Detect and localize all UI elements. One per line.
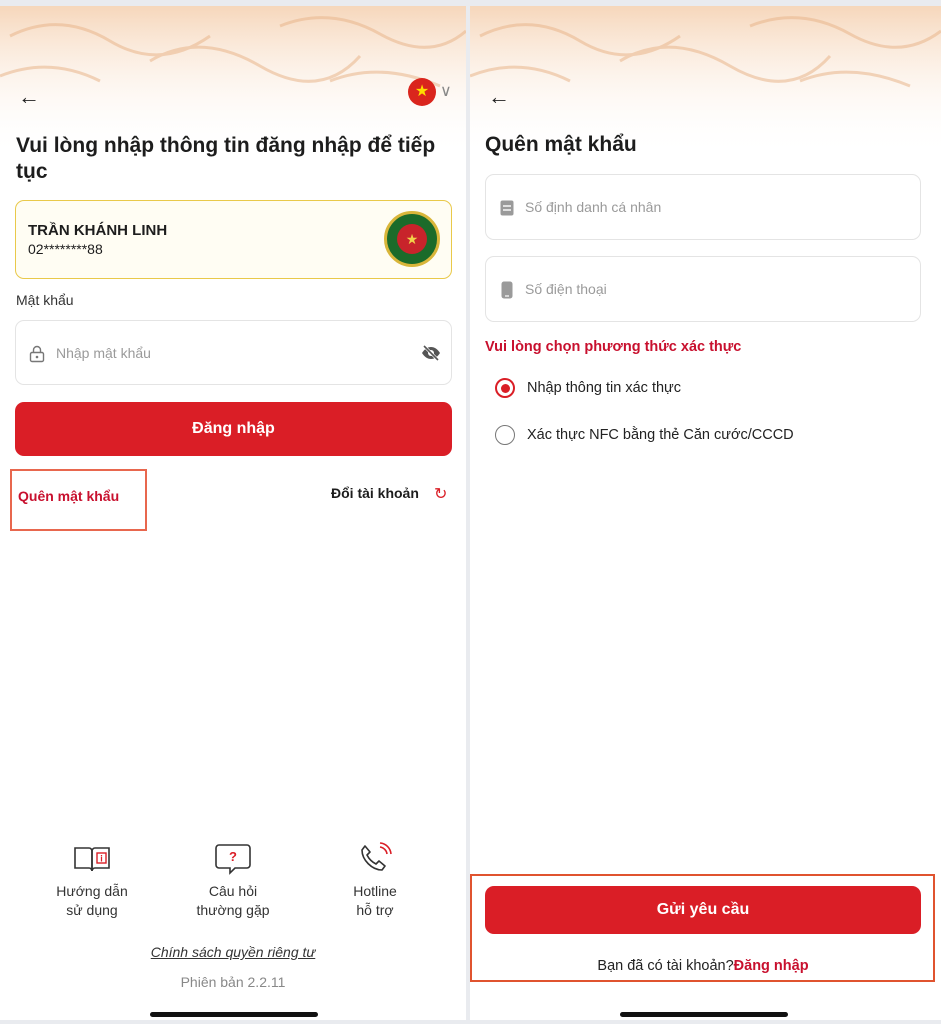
question-bubble-icon: ? xyxy=(215,844,251,875)
home-indicator[interactable] xyxy=(150,1012,318,1017)
app-version: Phiên bản 2.2.11 xyxy=(180,974,286,990)
password-label: Mật khẩu xyxy=(16,292,74,308)
privacy-policy-link[interactable]: Chính sách quyền riêng tư xyxy=(0,944,466,960)
footer-faq[interactable]: ? Câu hỏi thường gặp xyxy=(173,842,293,920)
option-nfc-label: Xác thực NFC bằng thẻ Căn cước/CCCD xyxy=(527,427,794,443)
forgot-password-highlight: Quên mật khẩu xyxy=(10,469,147,531)
home-indicator[interactable] xyxy=(620,1012,788,1017)
mobile-phone-icon xyxy=(501,281,513,299)
footer-hotline-line1: Hotline xyxy=(353,883,397,899)
vietnam-flag-icon[interactable]: ★ xyxy=(408,78,436,106)
book-icon: i xyxy=(74,847,110,872)
id-card-icon xyxy=(500,200,514,216)
lock-icon xyxy=(29,345,45,363)
footer-guide-line1: Hướng dẫn xyxy=(56,883,128,899)
phone-placeholder: Số điện thoại xyxy=(525,281,607,297)
have-account-label: Bạn đã có tài khoản? xyxy=(597,958,734,974)
user-card: TRẦN KHÁNH LINH 02********88 ★ xyxy=(15,200,452,279)
chevron-down-icon[interactable]: ∨ xyxy=(440,81,452,101)
phone-field[interactable]: Số điện thoại xyxy=(485,256,921,322)
radio-unselected[interactable] xyxy=(495,425,515,445)
login-screen: ← ★ ∨ Vui lòng nhập thông tin đăng nhập … xyxy=(0,6,466,1020)
forgot-password-link[interactable]: Quên mật khẩu xyxy=(18,488,119,504)
login-link[interactable]: Đăng nhập xyxy=(734,958,809,974)
refresh-icon[interactable]: ↻ xyxy=(434,484,447,504)
svg-text:i: i xyxy=(100,854,103,864)
phone-icon xyxy=(361,842,392,871)
footer-faq-line1: Câu hỏi xyxy=(208,883,258,899)
back-arrow-icon[interactable]: ← xyxy=(488,86,510,108)
user-name: TRẦN KHÁNH LINH xyxy=(28,222,168,239)
login-button[interactable]: Đăng nhập xyxy=(15,402,452,456)
page-title: Vui lòng nhập thông tin đăng nhập để tiế… xyxy=(16,134,436,183)
send-request-button[interactable]: Gửi yêu cầu xyxy=(485,886,921,934)
page-title: Quên mật khẩu xyxy=(485,133,637,156)
svg-text:?: ? xyxy=(229,849,237,864)
radio-selected[interactable] xyxy=(495,378,515,398)
option-enter-info-label: Nhập thông tin xác thực xyxy=(527,380,681,396)
footer-hotline-line2: hỗ trợ xyxy=(356,902,394,918)
footer-faq-line2: thường gặp xyxy=(196,902,270,918)
password-field[interactable]: Nhập mật khẩu xyxy=(15,320,452,385)
option-nfc[interactable]: Xác thực NFC bằng thẻ Căn cước/CCCD xyxy=(495,425,794,445)
password-placeholder: Nhập mật khẩu xyxy=(56,345,151,361)
footer-hotline[interactable]: Hotline hỗ trợ xyxy=(315,842,435,920)
eye-off-icon[interactable] xyxy=(421,344,441,362)
forgot-password-screen: ← Quên mật khẩu Số định danh cá nhân Số … xyxy=(470,6,941,1020)
police-emblem-icon: ★ xyxy=(384,211,440,267)
footer-guide[interactable]: i Hướng dẫn sử dụng xyxy=(32,842,152,920)
have-account-text: Bạn đã có tài khoản?Đăng nhập xyxy=(470,958,936,974)
user-id: 02********88 xyxy=(28,241,103,257)
option-enter-info[interactable]: Nhập thông tin xác thực xyxy=(495,378,681,398)
personal-id-placeholder: Số định danh cá nhân xyxy=(525,199,662,215)
footer-guide-line2: sử dụng xyxy=(66,902,118,918)
back-arrow-icon[interactable]: ← xyxy=(18,86,40,108)
switch-account-link[interactable]: Đổi tài khoản xyxy=(331,485,419,501)
personal-id-field[interactable]: Số định danh cá nhân xyxy=(485,174,921,240)
verification-method-title: Vui lòng chọn phương thức xác thực xyxy=(485,339,742,355)
